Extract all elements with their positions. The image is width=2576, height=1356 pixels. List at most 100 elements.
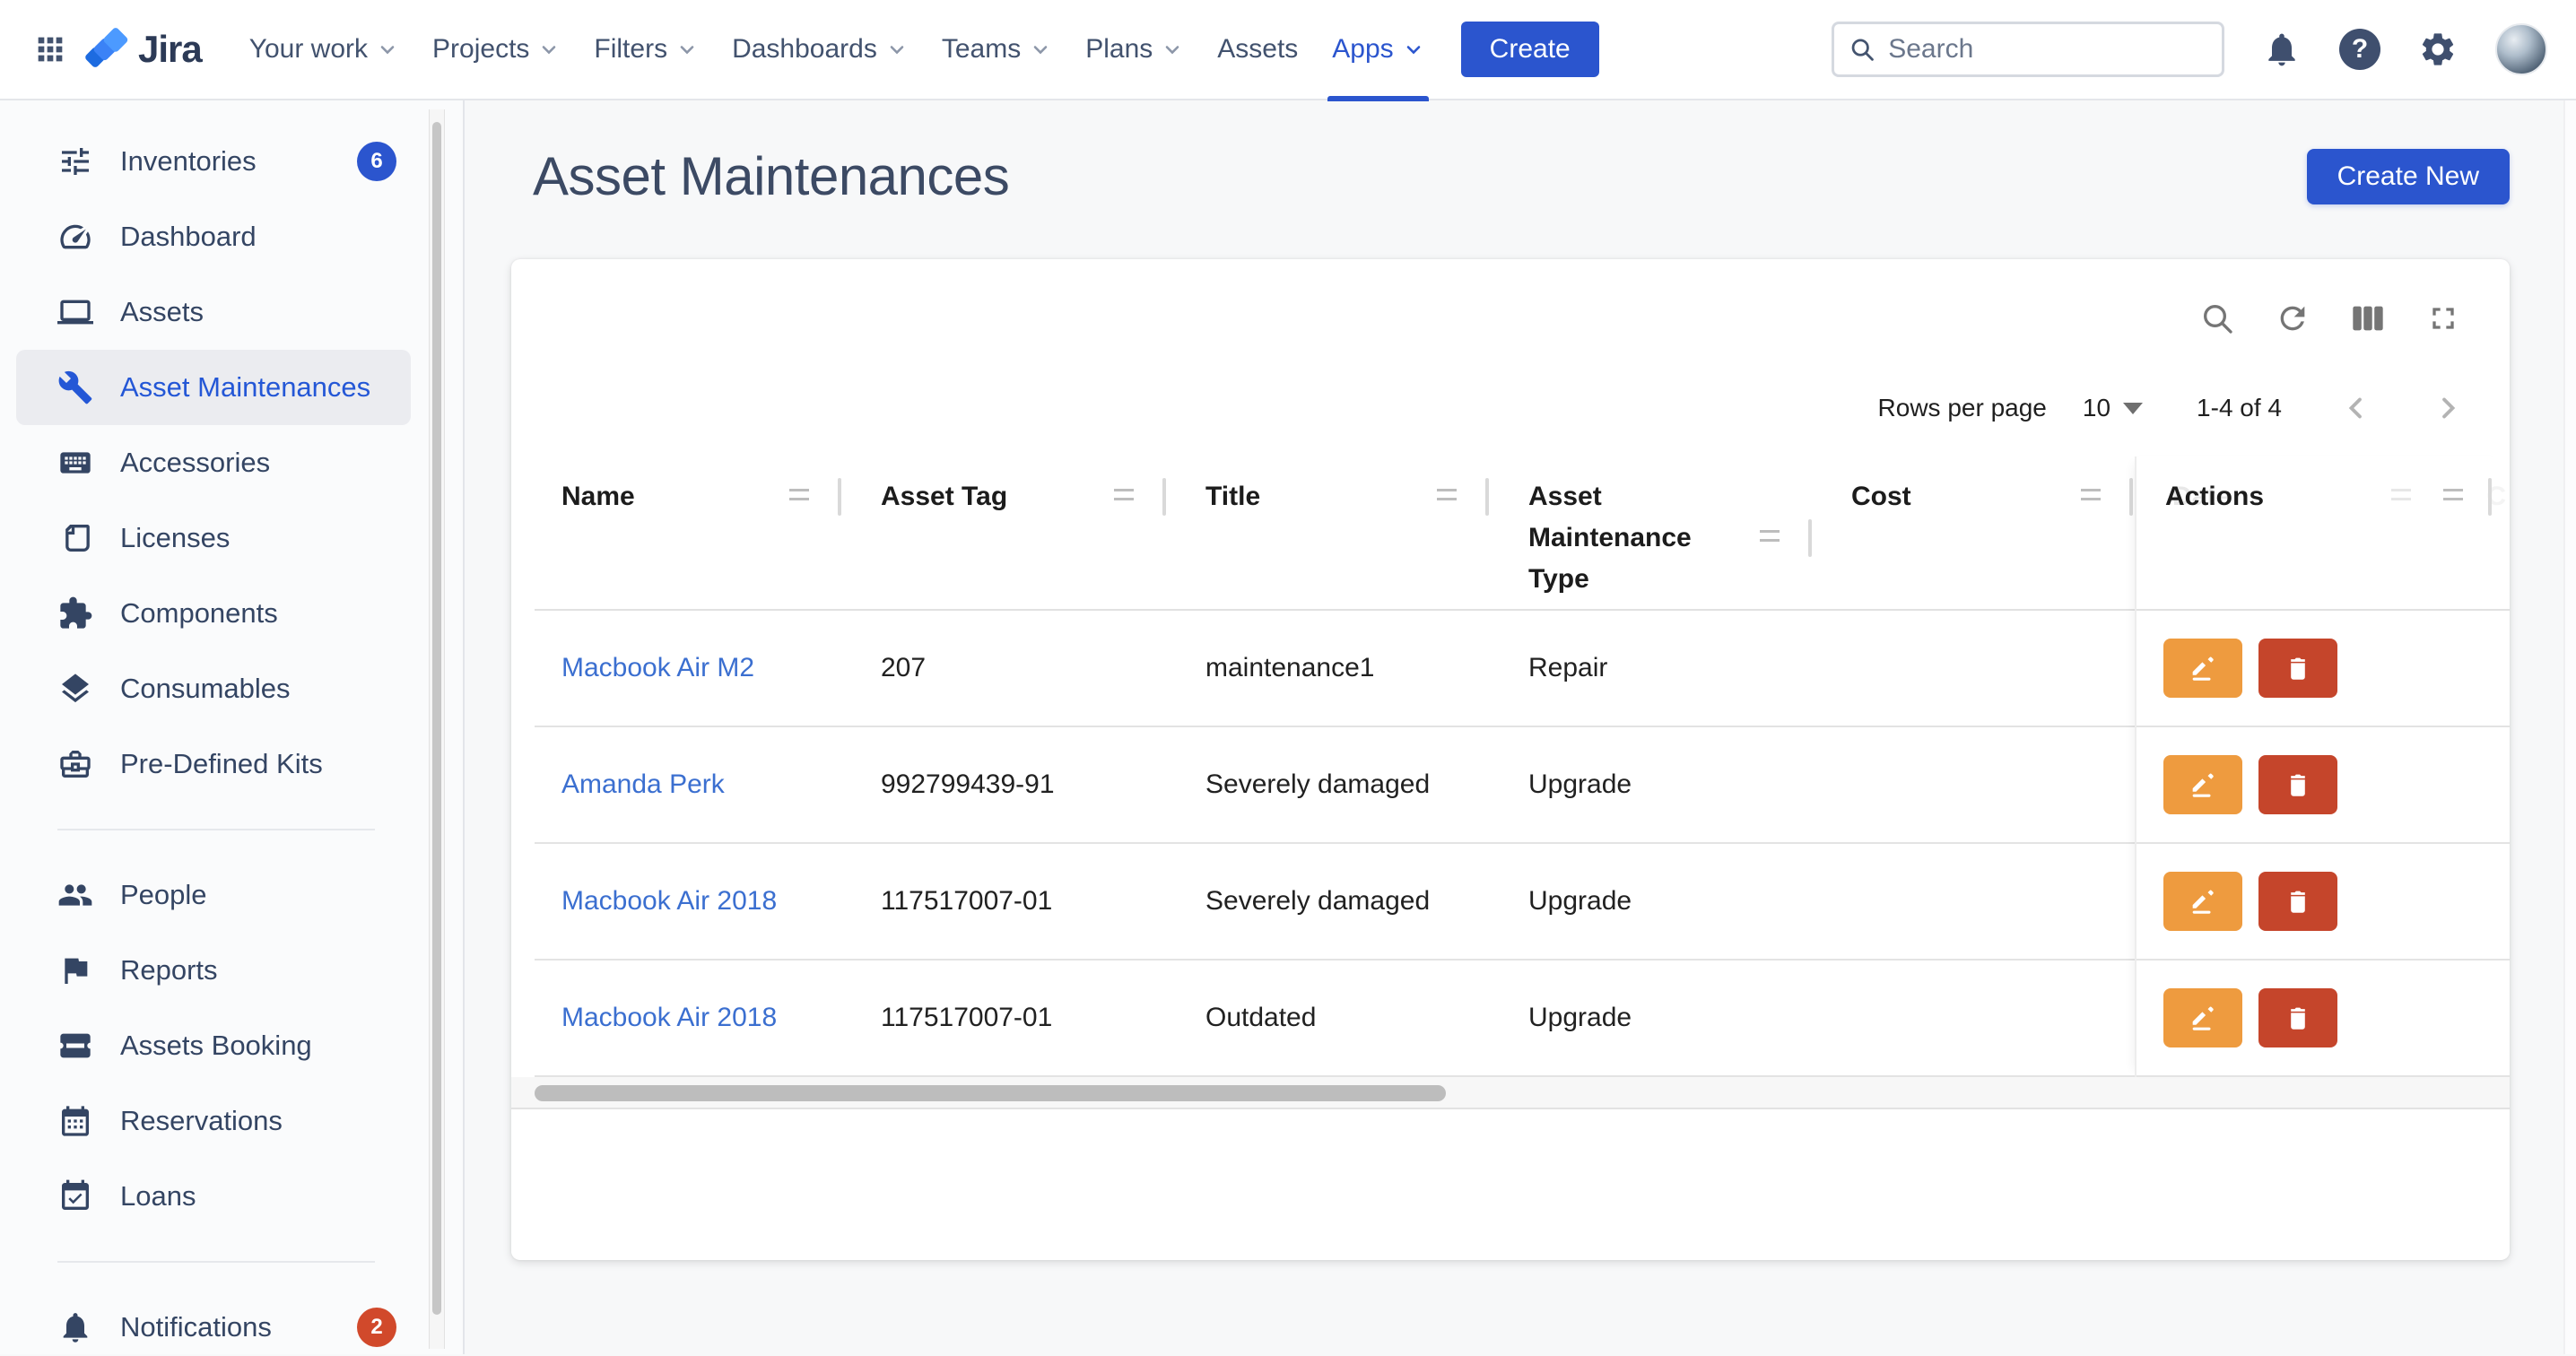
previous-page-chevron-icon[interactable] <box>2339 391 2373 425</box>
sidebar-scrollbar-track[interactable] <box>429 109 445 1349</box>
sidebar-item-licenses[interactable]: Licenses <box>16 500 411 576</box>
ticket-icon <box>57 1028 93 1064</box>
nav-item-projects[interactable]: Projects <box>415 0 577 100</box>
sidebar-item-reports[interactable]: Reports <box>16 933 411 1008</box>
jira-logo-icon <box>84 26 131 73</box>
sidebar-item-dashboard[interactable]: Dashboard <box>16 199 411 274</box>
column-drag-handle-icon[interactable] <box>1760 530 1780 542</box>
nav-item-dashboards[interactable]: Dashboards <box>715 0 925 100</box>
top-navigation: Jira Your work Projects Filters Dashboar… <box>0 0 2576 100</box>
horizontal-scrollbar-thumb[interactable] <box>535 1085 1446 1101</box>
sidebar-item-asset-maintenances[interactable]: Asset Maintenances <box>16 350 411 425</box>
rows-per-page-caret-icon[interactable] <box>2123 403 2143 414</box>
column-separator[interactable] <box>2129 478 2133 516</box>
flag-icon <box>57 952 93 988</box>
row-actions <box>2137 611 2510 727</box>
nav-item-plans[interactable]: Plans <box>1068 0 1200 100</box>
nav-label: Plans <box>1085 34 1153 65</box>
sliders-icon <box>57 143 93 179</box>
nav-item-teams[interactable]: Teams <box>925 0 1068 100</box>
cell-name-link[interactable]: Macbook Air M2 <box>535 653 854 683</box>
sidebar-item-inventories[interactable]: Inventories 6 <box>16 124 411 199</box>
cell-name-link[interactable]: Amanda Perk <box>535 769 854 800</box>
cell-type: Upgrade <box>1501 769 1824 800</box>
rows-per-page-select[interactable]: 10 <box>2083 394 2110 422</box>
nav-item-your-work[interactable]: Your work <box>232 0 415 100</box>
column-header-title[interactable]: Title <box>1179 456 1501 609</box>
column-label: Title <box>1205 476 1260 517</box>
create-new-button[interactable]: Create New <box>2307 149 2510 204</box>
view-columns-icon[interactable] <box>2350 300 2386 336</box>
settings-gear-icon[interactable] <box>2418 30 2458 69</box>
user-avatar[interactable] <box>2495 23 2547 75</box>
sidebar-item-assets-booking[interactable]: Assets Booking <box>16 1008 411 1083</box>
sidebar-item-components[interactable]: Components <box>16 576 411 651</box>
create-button[interactable]: Create <box>1461 22 1599 77</box>
sidebar-item-label: People <box>120 879 207 911</box>
main-scrollbar-gutter[interactable] <box>2563 100 2576 1354</box>
column-header-actions[interactable]: Actions <box>2137 456 2510 611</box>
cell-title: Outdated <box>1179 1003 1501 1033</box>
search-input[interactable] <box>1888 34 2207 65</box>
main-content: Asset Maintenances Create New <box>465 100 2576 1354</box>
sidebar-item-notifications[interactable]: Notifications 2 <box>16 1290 411 1356</box>
app-switcher-icon[interactable] <box>25 24 75 74</box>
edit-button[interactable] <box>2163 755 2242 814</box>
column-drag-handle-icon[interactable] <box>2081 489 2101 500</box>
chevron-down-icon <box>538 39 560 60</box>
column-drag-handle-icon[interactable] <box>1114 489 1134 500</box>
column-header-name[interactable]: Name <box>535 456 854 609</box>
edit-pencil-icon <box>2188 1003 2218 1033</box>
nav-item-filters[interactable]: Filters <box>577 0 715 100</box>
column-separator[interactable] <box>1485 478 1489 516</box>
edit-button[interactable] <box>2163 988 2242 1047</box>
next-page-chevron-icon[interactable] <box>2431 391 2465 425</box>
edit-button[interactable] <box>2163 639 2242 698</box>
sidebar-item-assets[interactable]: Assets <box>16 274 411 350</box>
edit-pencil-icon <box>2188 653 2218 683</box>
gauge-icon <box>57 219 93 255</box>
sidebar-scrollbar-thumb[interactable] <box>432 122 441 1315</box>
sidebar-item-loans[interactable]: Loans <box>16 1159 411 1234</box>
cell-name-link[interactable]: Macbook Air 2018 <box>535 1003 854 1033</box>
delete-button[interactable] <box>2258 755 2337 814</box>
column-drag-handle-icon[interactable] <box>789 489 809 500</box>
delete-button[interactable] <box>2258 988 2337 1047</box>
sidebar-item-reservations[interactable]: Reservations <box>16 1083 411 1159</box>
edit-button[interactable] <box>2163 872 2242 931</box>
page-title: Asset Maintenances <box>533 145 1009 207</box>
column-header-asset-maintenance-type[interactable]: Asset Maintenance Type <box>1501 456 1824 609</box>
sidebar-item-consumables[interactable]: Consumables <box>16 651 411 726</box>
grid-search-icon[interactable] <box>2199 300 2235 336</box>
sidebar-item-label: Pre-Defined Kits <box>120 748 323 780</box>
column-separator[interactable] <box>2488 478 2492 516</box>
fullscreen-icon[interactable] <box>2425 300 2461 336</box>
nav-item-apps[interactable]: Apps <box>1315 0 1440 100</box>
column-drag-handle-icon[interactable] <box>1437 489 1457 500</box>
primary-nav: Your work Projects Filters Dashboards Te… <box>232 0 1441 100</box>
sidebar-item-people[interactable]: People <box>16 857 411 933</box>
help-icon[interactable]: ? <box>2339 29 2380 70</box>
delete-button[interactable] <box>2258 639 2337 698</box>
nav-item-assets[interactable]: Assets <box>1200 0 1315 100</box>
refresh-icon[interactable] <box>2275 300 2311 336</box>
sidebar: Inventories 6 Dashboard Assets Asset Mai… <box>0 100 465 1354</box>
global-search[interactable] <box>1832 22 2224 77</box>
column-header-asset-tag[interactable]: Asset Tag <box>854 456 1179 609</box>
column-separator[interactable] <box>1162 478 1166 516</box>
pinned-actions-column: Actions <box>2135 456 2510 1077</box>
column-drag-handle-icon[interactable] <box>2443 489 2463 500</box>
horizontal-scrollbar-track[interactable] <box>511 1077 2510 1109</box>
jira-logo[interactable]: Jira <box>84 26 202 73</box>
people-icon <box>57 877 93 913</box>
column-separator[interactable] <box>1808 519 1812 557</box>
notifications-bell-icon[interactable] <box>2262 30 2302 69</box>
sidebar-item-pre-defined-kits[interactable]: Pre-Defined Kits <box>16 726 411 802</box>
delete-button[interactable] <box>2258 872 2337 931</box>
column-header-cost[interactable]: Cost <box>1824 456 2145 609</box>
edit-pencil-icon <box>2188 769 2218 800</box>
sidebar-item-label: Consumables <box>120 673 291 705</box>
sidebar-item-accessories[interactable]: Accessories <box>16 425 411 500</box>
cell-name-link[interactable]: Macbook Air 2018 <box>535 886 854 917</box>
column-separator[interactable] <box>838 478 841 516</box>
